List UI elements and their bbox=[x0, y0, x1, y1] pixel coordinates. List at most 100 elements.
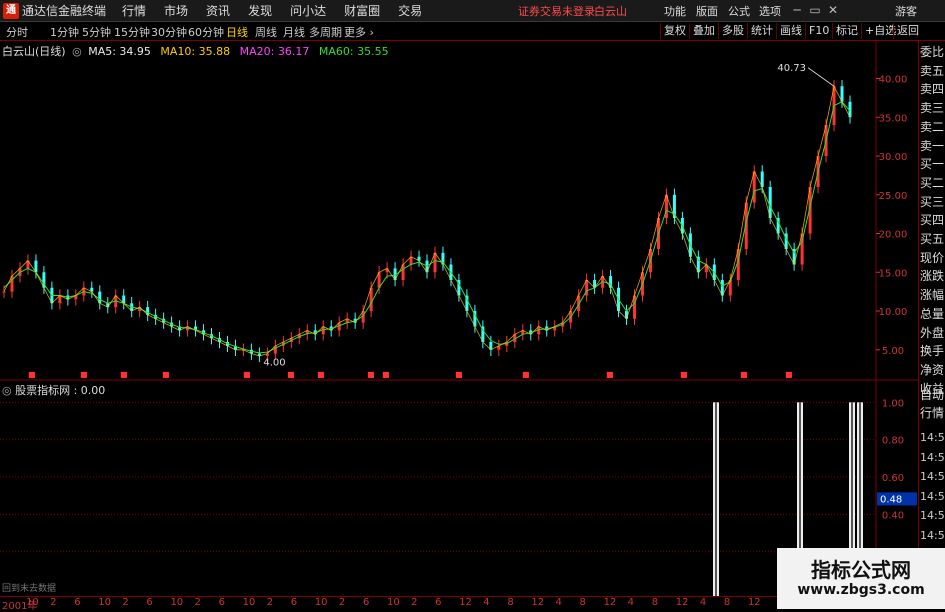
minimize-icon[interactable]: ─ bbox=[789, 2, 805, 18]
menu-functions[interactable]: 功能 bbox=[664, 3, 686, 19]
menu-layout[interactable]: 版面 bbox=[696, 3, 718, 19]
sidebar-item[interactable]: 委比 bbox=[920, 43, 945, 60]
btn-back[interactable]: 返回 bbox=[893, 23, 919, 39]
date-tick-label: 6 bbox=[218, 597, 225, 608]
sidebar-item[interactable]: 总量 bbox=[920, 305, 945, 322]
date-tick-label: 6 bbox=[435, 597, 442, 608]
btn-f10[interactable]: F10 bbox=[805, 23, 829, 39]
close-icon[interactable]: ✕ bbox=[825, 2, 841, 18]
login-status[interactable]: 证券交易未登录 bbox=[518, 3, 595, 19]
indicator-settings-icon[interactable]: ◎ bbox=[2, 384, 12, 397]
high-annotation: 40.73 bbox=[777, 63, 806, 74]
tab-period-multi[interactable]: 多周期 bbox=[309, 24, 342, 40]
tab-period-15min[interactable]: 15分钟 bbox=[114, 24, 150, 40]
date-tick-label: 2 bbox=[122, 597, 129, 608]
btn-stats[interactable]: 统计 bbox=[747, 23, 773, 39]
indicator-y-tick-label: 0.60 bbox=[882, 473, 904, 484]
tab-more[interactable]: 更多 › bbox=[344, 24, 374, 40]
sidebar-item[interactable]: 涨跌 bbox=[920, 267, 945, 284]
sidebar-item[interactable]: 14:50 bbox=[920, 529, 945, 542]
sidebar-item[interactable]: 卖四 bbox=[920, 80, 945, 97]
btn-overlay[interactable]: 叠加 bbox=[689, 23, 715, 39]
btn-add-watchlist[interactable]: +自选 bbox=[861, 23, 896, 39]
indicator-text: 股票指标网 : 0.00 bbox=[15, 384, 106, 397]
date-tick-label: 6 bbox=[146, 597, 153, 608]
date-tick-label: 10 bbox=[242, 597, 256, 608]
tab-period-daily[interactable]: 日线 bbox=[226, 24, 248, 40]
chevron-right-icon: › bbox=[366, 26, 374, 39]
btn-multi-stock[interactable]: 多股 bbox=[718, 23, 744, 39]
sidebar-item[interactable]: 净资 bbox=[920, 361, 945, 378]
tab-period-weekly[interactable]: 周线 bbox=[255, 24, 277, 40]
date-tick-label: 2 bbox=[50, 597, 57, 608]
sidebar-item[interactable]: 外盘 bbox=[920, 324, 945, 341]
sidebar-item[interactable]: 14:50 bbox=[920, 431, 945, 444]
btn-adjust[interactable]: 复权 bbox=[660, 23, 686, 39]
sidebar-item[interactable]: 涨幅 bbox=[920, 286, 945, 303]
tab-period-30min[interactable]: 30分钟 bbox=[151, 24, 187, 40]
settings-icon[interactable]: ◎ bbox=[72, 45, 82, 58]
sidebar-item[interactable]: 换手 bbox=[920, 342, 945, 359]
menu-item-news[interactable]: 资讯 bbox=[206, 2, 230, 19]
ma10-label: MA10: 35.88 bbox=[160, 45, 231, 58]
tab-period-1min[interactable]: 1分钟 bbox=[50, 24, 79, 40]
y-tick-label: 20.00 bbox=[879, 230, 908, 241]
indicator-y-tick-label: 1.00 bbox=[882, 398, 904, 409]
tab-period-intraday[interactable]: 分时 bbox=[6, 24, 28, 40]
btn-draw[interactable]: 画线 bbox=[776, 23, 802, 39]
event-marker: ■ bbox=[680, 370, 688, 379]
guest-label[interactable]: 游客 bbox=[895, 3, 917, 19]
tab-period-monthly[interactable]: 月线 bbox=[283, 24, 305, 40]
menu-formula[interactable]: 公式 bbox=[728, 3, 750, 19]
menu-item-market[interactable]: 市场 bbox=[164, 2, 188, 19]
sidebar-item[interactable]: 14:50 bbox=[920, 509, 945, 522]
menu-item-ask[interactable]: 问小达 bbox=[290, 2, 326, 19]
ma5-line bbox=[3, 85, 851, 357]
ma60-line bbox=[3, 101, 851, 354]
sidebar-item[interactable]: 卖二 bbox=[920, 118, 945, 135]
y-tick-label: 40.00 bbox=[879, 75, 908, 86]
sidebar-item[interactable]: 卖五 bbox=[920, 62, 945, 79]
app-logo-icon: 通 bbox=[3, 2, 19, 19]
btn-mark[interactable]: 标记 bbox=[832, 23, 858, 39]
menu-item-trade[interactable]: 交易 bbox=[398, 2, 422, 19]
menu-item-market-quotes[interactable]: 行情 bbox=[122, 2, 146, 19]
sidebar-item[interactable]: 买二 bbox=[920, 174, 945, 191]
y-tick-label: 35.00 bbox=[879, 113, 908, 124]
date-tick-label: 10 bbox=[387, 597, 400, 608]
tab-period-60min[interactable]: 60分钟 bbox=[188, 24, 224, 40]
sidebar-item[interactable]: 卖三 bbox=[920, 99, 945, 116]
date-tick-label: 10 bbox=[26, 597, 39, 608]
y-tick-label: 25.00 bbox=[879, 191, 908, 202]
sidebar-item[interactable]: 14:50 bbox=[920, 490, 945, 503]
ma20-label: MA20: 36.17 bbox=[239, 45, 310, 58]
event-marker: ■ bbox=[606, 370, 614, 379]
watermark-title: 指标公式网 bbox=[811, 558, 911, 582]
sidebar-item[interactable]: 买四 bbox=[920, 211, 945, 228]
date-tick-label: 4 bbox=[699, 597, 707, 608]
sidebar-item[interactable]: 14:50 bbox=[920, 470, 945, 483]
sidebar-item[interactable]: 行情 bbox=[920, 404, 945, 421]
sidebar-item[interactable]: 买一 bbox=[920, 155, 945, 172]
candle-body bbox=[2, 291, 6, 293]
current-value-label: 0.48 bbox=[880, 494, 902, 505]
menu-options[interactable]: 选项 bbox=[759, 3, 781, 19]
price-chart[interactable]: 40.00 35.00 30.00 25.00 20.00 15.00 10.00 5.00 4… bbox=[0, 41, 918, 596]
tab-period-5min[interactable]: 5分钟 bbox=[82, 24, 111, 40]
event-marker: ■ bbox=[120, 370, 128, 379]
sidebar-item[interactable]: 卖一 bbox=[920, 137, 945, 154]
sidebar-item[interactable]: 买三 bbox=[920, 193, 945, 210]
low-annotation: 4.00 bbox=[263, 357, 285, 368]
sidebar-item[interactable]: 现价 bbox=[920, 249, 945, 266]
menu-item-wealth[interactable]: 财富圈 bbox=[344, 2, 380, 19]
date-tick-label: 10 bbox=[98, 597, 111, 608]
date-tick-label: 6 bbox=[290, 597, 298, 608]
event-marker: ■ bbox=[455, 370, 463, 379]
sidebar-item[interactable]: 自动 bbox=[920, 386, 945, 403]
stock-tab[interactable]: 白云山 bbox=[594, 3, 627, 19]
sidebar-item[interactable]: 买五 bbox=[920, 230, 945, 247]
sidebar-item[interactable]: 14:50 bbox=[920, 451, 945, 464]
event-marker: ■ bbox=[287, 370, 295, 379]
restore-icon[interactable]: ▭ bbox=[807, 2, 823, 18]
menu-item-discover[interactable]: 发现 bbox=[248, 2, 272, 19]
